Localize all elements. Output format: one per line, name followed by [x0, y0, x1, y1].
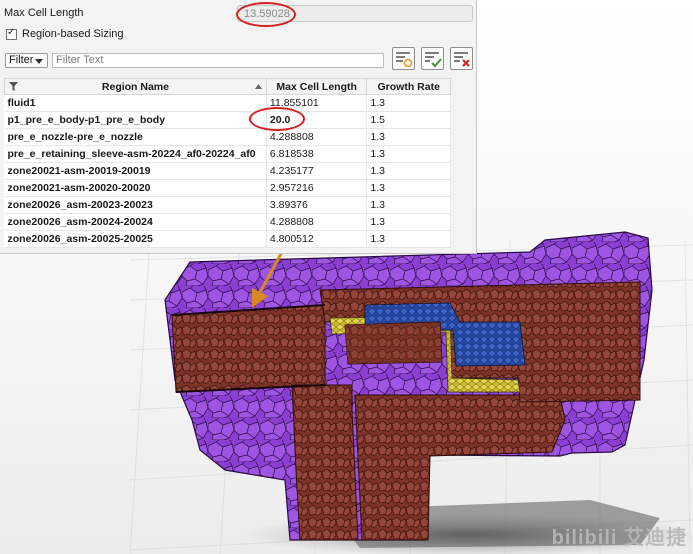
region-name-cell: zone20026_asm-20023-20023 [4, 196, 267, 214]
max-cell-length-cell[interactable]: 4.288808 [266, 213, 368, 231]
filter-apply-button[interactable] [421, 47, 444, 70]
region-name-cell: p1_pre_e_body-p1_pre_e_body [4, 111, 267, 129]
filter-funnel-icon[interactable] [9, 82, 18, 91]
region-name-cell: zone20021-asm-20020-20020 [4, 179, 267, 197]
column-header-region-name[interactable]: Region Name [4, 78, 267, 95]
max-cell-length-cell[interactable]: 6.818538 [266, 145, 368, 163]
filter-clear-button[interactable] [450, 47, 473, 70]
checkbox-checked-icon[interactable] [6, 27, 17, 40]
region-based-sizing-checkbox[interactable]: Region-based Sizing [6, 27, 124, 40]
table-row[interactable]: zone20026_asm-20024-20024 4.288808 1.3 [4, 213, 451, 231]
growth-rate-cell[interactable]: 1.5 [366, 111, 451, 129]
filter-settings-button[interactable] [392, 47, 415, 70]
region-name-cell: zone20026_asm-20025-20025 [4, 230, 267, 248]
max-cell-length-cell[interactable]: 4.800512 [266, 230, 368, 248]
region-based-sizing-label: Region-based Sizing [22, 28, 124, 40]
annotation-oval-max-cell-length [236, 2, 296, 27]
growth-rate-cell[interactable]: 1.3 [366, 94, 451, 112]
column-header-label: Region Name [101, 80, 169, 93]
filter-dropdown-label: Filter [9, 54, 34, 66]
growth-rate-cell[interactable]: 1.3 [366, 162, 451, 180]
table-row[interactable]: zone20026_asm-20023-20023 3.89376 1.3 [4, 196, 451, 214]
inlet-bore-region [171, 304, 326, 393]
max-cell-length-cell[interactable]: 3.89376 [266, 196, 368, 214]
filter-settings-icon [396, 52, 413, 68]
max-cell-length-cell[interactable]: 4.235177 [266, 162, 368, 180]
region-name-cell: pre_e_retaining_sleeve-asm-20224_af0-202… [4, 145, 267, 163]
filter-text-input[interactable]: Filter Text [52, 53, 384, 68]
table-row[interactable]: zone20021-asm-20020-20020 2.957216 1.3 [4, 179, 451, 197]
watermark-logo: bilibili 艾迪捷 [551, 527, 687, 549]
max-cell-length-cell[interactable]: 2.957216 [266, 179, 368, 197]
table-row[interactable]: pre_e_retaining_sleeve-asm-20224_af0-202… [4, 145, 451, 163]
region-name-cell: zone20026_asm-20024-20024 [4, 213, 267, 231]
max-cell-length-label: Max Cell Length [4, 7, 84, 19]
growth-rate-cell[interactable]: 1.3 [366, 196, 451, 214]
max-cell-length-cell[interactable]: 4.288808 [266, 128, 368, 146]
column-header-max-cell-length[interactable]: Max Cell Length [265, 78, 368, 95]
column-header-growth-rate[interactable]: Growth Rate [366, 78, 451, 95]
region-name-cell: pre_e_nozzle-pre_e_nozzle [4, 128, 267, 146]
table-row[interactable]: pre_e_nozzle-pre_e_nozzle 4.288808 1.3 [4, 128, 451, 146]
sort-caret-icon[interactable] [254, 83, 262, 90]
mesh-sizing-panel: Max Cell Length 13.59028 Region-based Si… [0, 0, 477, 254]
region-name-cell: fluid1 [4, 94, 267, 112]
growth-rate-cell[interactable]: 1.3 [366, 145, 451, 163]
region-name-cell: zone20021-asm-20019-20019 [4, 162, 267, 180]
growth-rate-cell[interactable]: 1.3 [366, 213, 451, 231]
filter-clear-icon [454, 52, 470, 67]
table-row[interactable]: zone20026_asm-20025-20025 4.800512 1.3 [4, 230, 451, 248]
growth-rate-cell[interactable]: 1.3 [366, 230, 451, 248]
stem-region [291, 384, 359, 541]
growth-rate-cell[interactable]: 1.3 [366, 179, 451, 197]
filter-apply-icon [425, 52, 442, 68]
table-row[interactable]: fluid1 11.855101 1.3 [4, 94, 451, 112]
chevron-down-icon [35, 59, 43, 64]
table-row[interactable]: p1_pre_e_body-p1_pre_e_body 20.0 1.5 [4, 111, 451, 129]
growth-rate-cell[interactable]: 1.3 [366, 128, 451, 146]
annotation-oval-body-value [249, 107, 305, 131]
table-header-row: Region Name Max Cell Length Growth Rate [4, 78, 451, 95]
filter-dropdown[interactable]: Filter [5, 53, 48, 68]
table-row[interactable]: zone20021-asm-20019-20019 4.235177 1.3 [4, 162, 451, 180]
region-table: Region Name Max Cell Length Growth Rate … [4, 78, 451, 248]
